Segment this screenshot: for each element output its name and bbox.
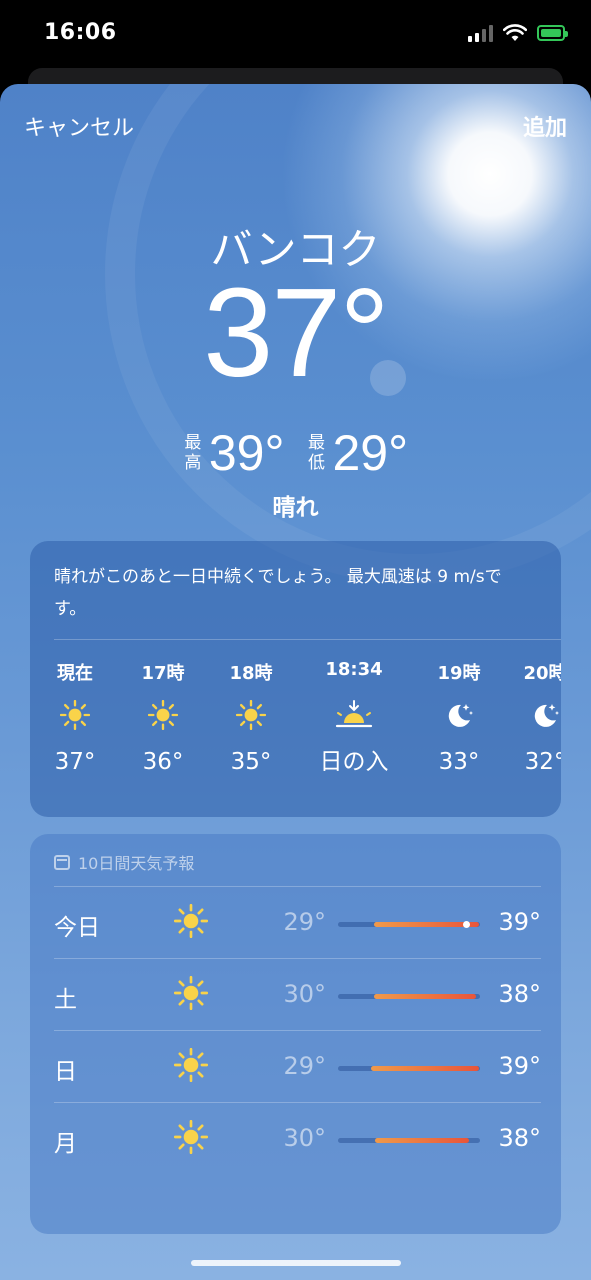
- hour-label: 17時: [141, 663, 185, 684]
- day-low-temp: 29°: [283, 908, 326, 936]
- ten-day-header: 10日間天気予報: [54, 850, 194, 874]
- divider: [54, 1030, 541, 1031]
- condition-text: 晴れ: [272, 495, 319, 521]
- high-temp: 39°: [208, 425, 285, 481]
- low-label: 最 低: [308, 433, 325, 473]
- ten-day-forecast-card[interactable]: 10日間天気予報 今日 29° 39° 土 30° 38° 日 29° 39° …: [30, 834, 561, 1234]
- hourly-item: 19時 33°: [414, 659, 504, 779]
- cancel-button[interactable]: キャンセル: [24, 110, 134, 142]
- hourly-item: 18時 35°: [206, 659, 296, 779]
- temp-range-fill: [371, 1066, 479, 1071]
- temp-range-bar: [338, 1066, 480, 1071]
- temp-range-fill: [374, 994, 476, 999]
- sun-icon: [118, 685, 208, 745]
- status-time: 16:06: [44, 20, 117, 45]
- divider: [54, 639, 561, 640]
- wifi-icon: [503, 24, 527, 41]
- hour-label: 18:34: [325, 659, 383, 680]
- day-row[interactable]: 土 30° 38°: [30, 960, 561, 1032]
- sun-icon: [206, 685, 296, 745]
- sunset-icon: [309, 685, 399, 745]
- hour-temp: 35°: [230, 749, 272, 775]
- sun-icon: [30, 685, 120, 745]
- day-name: 土: [54, 987, 77, 1013]
- low-temp: 29°: [332, 425, 409, 481]
- hourly-item: 20時 32°: [500, 659, 561, 779]
- moon-stars-icon: [500, 685, 561, 745]
- hour-temp: 32°: [524, 749, 561, 775]
- day-row[interactable]: 日 29° 39°: [30, 1032, 561, 1104]
- sun-icon: [173, 1047, 209, 1086]
- status-icons: [468, 24, 568, 42]
- divider: [54, 1102, 541, 1103]
- ten-day-title: 10日間天気予報: [78, 854, 195, 873]
- day-low-temp: 30°: [283, 1124, 326, 1152]
- add-button[interactable]: 追加: [523, 110, 567, 142]
- temp-range-bar: [338, 1138, 480, 1143]
- low-temp-group: 最 低 29°: [307, 424, 409, 482]
- day-high-temp: 39°: [498, 1052, 541, 1080]
- sun-icon: [173, 975, 209, 1014]
- sun-icon: [173, 1119, 209, 1158]
- hourly-item: 18:34 日の入: [309, 659, 399, 779]
- cellular-signal-icon: [468, 24, 493, 42]
- high-low: 最 高 39° 最 低 29°: [0, 424, 591, 482]
- day-high-temp: 39°: [498, 908, 541, 936]
- day-low-temp: 30°: [283, 980, 326, 1008]
- hour-label: 18時: [229, 663, 273, 684]
- hourly-item: 17時 36°: [118, 659, 208, 779]
- divider: [54, 958, 541, 959]
- status-bar: 16:06: [0, 0, 591, 70]
- day-row[interactable]: 今日 29° 39°: [30, 888, 561, 960]
- calendar-icon: [54, 854, 70, 870]
- day-row[interactable]: 月 30° 38°: [30, 1104, 561, 1176]
- hour-temp: 日の入: [319, 749, 389, 775]
- day-name: 日: [54, 1059, 77, 1085]
- moon-stars-icon: [414, 685, 504, 745]
- hourly-item: 現在 37°: [30, 659, 120, 779]
- current-temp-dot: [463, 921, 470, 928]
- day-name: 今日: [54, 915, 100, 941]
- current-temperature: 37°: [203, 262, 390, 403]
- divider: [54, 886, 541, 887]
- temp-range-bar: [338, 921, 480, 928]
- high-temp-group: 最 高 39°: [183, 424, 285, 482]
- hour-label: 現在: [57, 663, 93, 684]
- day-name: 月: [54, 1131, 77, 1157]
- hour-temp: 36°: [142, 749, 184, 775]
- hour-temp: 33°: [438, 749, 480, 775]
- forecast-summary: 晴れがこのあと一日中続くでしょう。 最大風速は 9 m/sです。: [54, 567, 502, 619]
- home-indicator[interactable]: [191, 1260, 401, 1266]
- battery-charging-icon: [537, 25, 568, 41]
- hour-label: 20時: [523, 663, 561, 684]
- day-high-temp: 38°: [498, 980, 541, 1008]
- day-high-temp: 38°: [498, 1124, 541, 1152]
- high-label: 最 高: [184, 433, 202, 473]
- hourly-forecast-card[interactable]: 晴れがこのあと一日中続くでしょう。 最大風速は 9 m/sです。 現在 37° …: [30, 541, 561, 817]
- sun-icon: [173, 903, 209, 942]
- temp-range-bar: [338, 994, 480, 999]
- hour-label: 19時: [437, 663, 481, 684]
- temp-range-fill: [375, 1138, 469, 1143]
- day-low-temp: 29°: [283, 1052, 326, 1080]
- hour-temp: 37°: [54, 749, 96, 775]
